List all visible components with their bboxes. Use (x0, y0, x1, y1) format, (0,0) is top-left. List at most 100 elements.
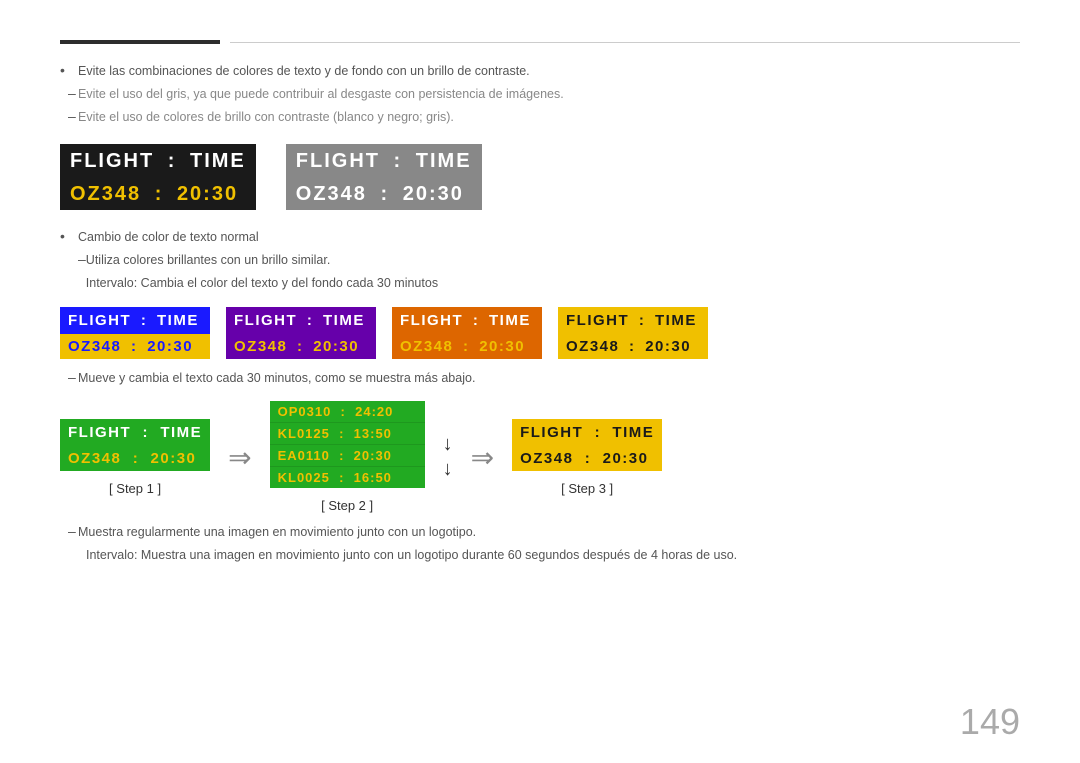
oz-label-grey: OZ348 (296, 183, 367, 206)
bottom-bullet-section: – Muestra regularmente una imagen en mov… (60, 523, 1020, 565)
bullet-dash-icon-6: – (60, 523, 78, 539)
bullet-item-5: – Utiliza colores brillantes con un bril… (60, 251, 1020, 270)
colon-dark-1: : (160, 150, 184, 173)
flight-box-grey: FLIGHT : TIME OZ348 : 20:30 (286, 144, 482, 210)
bullet-section-2: • Cambio de color de texto normal – Util… (60, 228, 1020, 292)
step-2-block: OP0310 : 24:20 KL0125 : 13:50 EA0110 : 2… (270, 401, 425, 513)
time-value-dark: 20:30 (177, 183, 238, 206)
cfb-orange-time: TIME (489, 312, 531, 329)
arrow-down-icon: ↓ ↓ (443, 433, 453, 481)
step1-header: FLIGHT : TIME (60, 419, 210, 446)
step3-flight-box: FLIGHT : TIME OZ348 : 20:30 (512, 419, 662, 471)
step1-label: [ Step 1 ] (109, 481, 161, 496)
cfb-orange-colon2: : (457, 338, 475, 355)
bullet-dot-icon: • (60, 62, 78, 78)
cfb-orange-row2: OZ348 : 20:30 (392, 334, 542, 359)
cfb-yellow-row2: OZ348 : 20:30 (558, 334, 708, 359)
bullet-item-2: – Evite el uso del gris, ya que puede co… (60, 85, 1020, 104)
oz-label-dark: OZ348 (70, 183, 141, 206)
bullet-item-4: • Cambio de color de texto normal (60, 228, 1020, 247)
flight-box-dark: FLIGHT : TIME OZ348 : 20:30 (60, 144, 256, 210)
step-3-block: FLIGHT : TIME OZ348 : 20:30 [ Step 3 ] (512, 419, 662, 496)
cfb-purple-row2: OZ348 : 20:30 (226, 334, 376, 359)
bullet-section-1: • Evite las combinaciones de colores de … (60, 62, 1020, 126)
cfb-orange-flight: FLIGHT (400, 312, 463, 329)
colon-grey-2: : (373, 183, 397, 206)
step2-row-3: EA0110 : 20:30 (270, 445, 425, 467)
flight-box-yellow: FLIGHT : TIME OZ348 : 20:30 (558, 307, 708, 359)
colon-grey-1: : (386, 150, 410, 173)
bullet-item-7: – Mueve y cambia el texto cada 30 minuto… (60, 369, 1020, 388)
cfb-blue-oz: OZ348 (68, 338, 121, 355)
arrow-right-2: ⇒ (471, 441, 494, 474)
bullet-dash-icon-4 (60, 274, 86, 290)
flight-box-blue: FLIGHT : TIME OZ348 : 20:30 (60, 307, 210, 359)
step3-data: OZ348 : 20:30 (512, 446, 662, 471)
flight-label-grey: FLIGHT (296, 150, 380, 173)
bullet-item-8: – Muestra regularmente una imagen en mov… (60, 523, 1020, 542)
step2-label: [ Step 2 ] (321, 498, 373, 513)
bullet-dash-icon-2: – (60, 108, 78, 124)
time-label-grey: TIME (416, 150, 472, 173)
cfb-yellow-row1: FLIGHT : TIME (558, 307, 708, 334)
cfb-yellow-flight: FLIGHT (566, 312, 629, 329)
flight-box-dark-header: FLIGHT : TIME (60, 144, 256, 179)
step1-flight-box: FLIGHT : TIME OZ348 : 20:30 (60, 419, 210, 471)
cfb-blue-colon2: : (125, 338, 143, 355)
cfb-purple-flight: FLIGHT (234, 312, 297, 329)
flight-boxes-primary: FLIGHT : TIME OZ348 : 20:30 FLIGHT : TIM… (60, 144, 1020, 210)
step-1-block: FLIGHT : TIME OZ348 : 20:30 [ Step 1 ] (60, 419, 210, 496)
bullet-text-3: Evite el uso de colores de brillo con co… (78, 108, 454, 127)
cfb-blue-val: 20:30 (147, 338, 193, 355)
cfb-yellow-oz: OZ348 (566, 338, 619, 355)
colon-dark-2: : (147, 183, 171, 206)
cfb-orange-val: 20:30 (479, 338, 525, 355)
bullet-text-1: Evite las combinaciones de colores de te… (78, 62, 530, 81)
arrow-down-1: ↓ (443, 433, 453, 456)
bullet-text-4: Cambio de color de texto normal (78, 228, 259, 247)
bullet-text-9: Intervalo: Muestra una imagen en movimie… (86, 546, 737, 565)
bullet-text-8: Muestra regularmente una imagen en movim… (78, 523, 476, 542)
page-number: 149 (960, 701, 1020, 743)
flight-box-dark-data: OZ348 : 20:30 (60, 179, 256, 210)
bullet-item-9: Intervalo: Muestra una imagen en movimie… (60, 546, 1020, 565)
cfb-blue-time: TIME (157, 312, 199, 329)
step2-row-1: OP0310 : 24:20 (270, 401, 425, 423)
cfb-purple-row1: FLIGHT : TIME (226, 307, 376, 334)
flight-box-orange: FLIGHT : TIME OZ348 : 20:30 (392, 307, 542, 359)
bullet-dash-icon-7 (60, 546, 86, 562)
cfb-orange-colon1: : (467, 312, 485, 329)
cfb-purple-colon2: : (291, 338, 309, 355)
top-bar-line (230, 42, 1020, 43)
cfb-purple-colon1: : (301, 312, 319, 329)
step2-row-2: KL0125 : 13:50 (270, 423, 425, 445)
cfb-yellow-colon1: : (633, 312, 651, 329)
bullet-dash-icon-1: – (60, 85, 78, 101)
step2-row-4: KL0025 : 16:50 (270, 467, 425, 488)
cfb-blue-row2: OZ348 : 20:30 (60, 334, 210, 359)
bullet-text-7: Mueve y cambia el texto cada 30 minutos,… (78, 369, 475, 388)
step2-flight-list: OP0310 : 24:20 KL0125 : 13:50 EA0110 : 2… (270, 401, 425, 488)
cfb-orange-oz: OZ348 (400, 338, 453, 355)
steps-section: FLIGHT : TIME OZ348 : 20:30 [ Step 1 ] ⇒… (60, 401, 1020, 513)
flight-box-grey-data: OZ348 : 20:30 (286, 179, 482, 210)
flight-box-purple: FLIGHT : TIME OZ348 : 20:30 (226, 307, 376, 359)
top-bar-accent (60, 40, 220, 44)
bullet-dash-icon-3: – (60, 251, 86, 267)
cfb-purple-val: 20:30 (313, 338, 359, 355)
cfb-blue-colon1: : (135, 312, 153, 329)
step3-header: FLIGHT : TIME (512, 419, 662, 446)
bullet-item-6: Intervalo: Cambia el color del texto y d… (60, 274, 1020, 293)
cfb-blue-flight: FLIGHT (68, 312, 131, 329)
cfb-purple-oz: OZ348 (234, 338, 287, 355)
cfb-purple-time: TIME (323, 312, 365, 329)
cfb-orange-row1: FLIGHT : TIME (392, 307, 542, 334)
arrow-down-2: ↓ (443, 458, 453, 481)
cfb-yellow-time: TIME (655, 312, 697, 329)
arrow-right-1: ⇒ (228, 441, 251, 474)
top-bar (60, 40, 1020, 44)
bullet-text-2: Evite el uso del gris, ya que puede cont… (78, 85, 564, 104)
bullet-text-6: Intervalo: Cambia el color del texto y d… (86, 274, 438, 293)
bullet-dash-icon-5: – (60, 369, 78, 385)
bullet-item-1: • Evite las combinaciones de colores de … (60, 62, 1020, 81)
